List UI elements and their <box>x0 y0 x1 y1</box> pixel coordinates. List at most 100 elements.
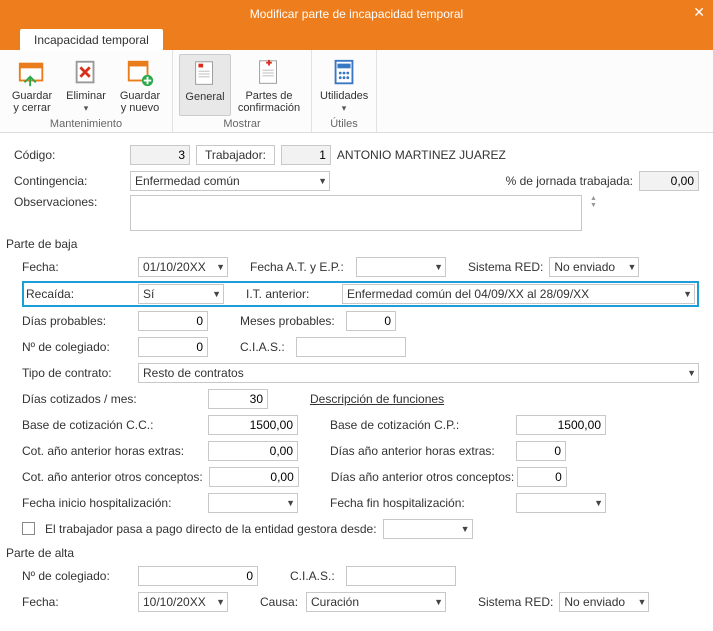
window-title: Modificar parte de incapacidad temporal <box>250 7 463 21</box>
colegiado-baja-field[interactable] <box>138 337 208 357</box>
sistema-red-alta-combo[interactable]: No enviado▼ <box>559 592 649 612</box>
document-icon <box>190 59 220 89</box>
dias-probables-field[interactable] <box>138 311 208 331</box>
pago-directo-checkbox[interactable] <box>22 522 35 535</box>
causa-label: Causa: <box>260 595 300 609</box>
fecha-baja-combo[interactable]: 01/10/20XX▼ <box>138 257 228 277</box>
save-close-icon <box>17 58 47 88</box>
dias-otros-conceptos-field[interactable] <box>517 467 567 487</box>
chevron-down-icon: ▼ <box>430 262 443 272</box>
base-cc-label: Base de cotización C.C.: <box>22 418 202 432</box>
chevron-down-icon: ▼ <box>633 597 646 607</box>
close-icon[interactable]: ✕ <box>693 4 705 21</box>
dias-cotizados-field[interactable] <box>208 389 268 409</box>
chevron-down-icon: ▼ <box>314 176 327 186</box>
colegiado-baja-label: Nº de colegiado: <box>22 340 132 354</box>
cot-horas-extras-field[interactable] <box>208 441 298 461</box>
chevron-down-icon: ▼ <box>679 289 692 299</box>
fecha-ini-hosp-label: Fecha inicio hospitalización: <box>22 496 202 510</box>
codigo-field[interactable] <box>130 145 190 165</box>
chevron-down-icon: ▾ <box>320 102 368 114</box>
fecha-ini-hosp-combo[interactable]: ▼ <box>208 493 298 513</box>
chevron-down-icon: ▼ <box>430 597 443 607</box>
chevron-down-icon: ▼ <box>457 524 470 534</box>
title-bar: Modificar parte de incapacidad temporal … <box>0 0 713 28</box>
it-anterior-combo[interactable]: Enfermedad común del 04/09/XX al 28/09/X… <box>342 284 695 304</box>
dias-horas-extras-field[interactable] <box>516 441 566 461</box>
cias-alta-field[interactable] <box>346 566 456 586</box>
sistema-red-baja-combo[interactable]: No enviado▼ <box>549 257 639 277</box>
dias-cotizados-label: Días cotizados / mes: <box>22 392 202 406</box>
cot-otros-conceptos-label: Cot. año anterior otros conceptos: <box>22 470 203 484</box>
colegiado-alta-label: Nº de colegiado: <box>22 569 132 583</box>
scroll-spinner[interactable]: ▲▼ <box>590 195 597 209</box>
ribbon-group-maint: Mantenimiento <box>6 118 166 130</box>
trabajador-num-field[interactable] <box>281 145 331 165</box>
ribbon-group-show: Mostrar <box>179 118 305 130</box>
save-close-button[interactable]: Guardar y cerrar <box>6 54 58 116</box>
contingencia-label: Contingencia: <box>14 174 124 188</box>
fecha-alta-combo[interactable]: 10/10/20XX▼ <box>138 592 228 612</box>
partes-confirmacion-button[interactable]: Partes de confirmación <box>233 54 305 116</box>
pct-jornada-field[interactable] <box>639 171 699 191</box>
utilidades-button[interactable]: Utilidades ▾ <box>318 54 370 116</box>
section-parte-baja: Parte de baja <box>6 237 699 251</box>
observaciones-label: Observaciones: <box>14 195 124 209</box>
chevron-down-icon: ▼ <box>212 262 225 272</box>
dias-probables-label: Días probables: <box>22 314 132 328</box>
trabajador-label: Trabajador: <box>196 145 275 165</box>
chevron-down-icon: ▼ <box>212 597 225 607</box>
recaida-row-highlight: Recaída: Sí▼ I.T. anterior: Enfermedad c… <box>22 281 699 307</box>
it-anterior-label: I.T. anterior: <box>246 287 336 301</box>
fecha-fin-hosp-label: Fecha fin hospitalización: <box>330 496 510 510</box>
cias-alta-label: C.I.A.S.: <box>290 569 340 583</box>
sistema-red-baja-label: Sistema RED: <box>468 260 543 274</box>
colegiado-alta-field[interactable] <box>138 566 258 586</box>
trabajador-name: ANTONIO MARTINEZ JUAREZ <box>337 148 506 162</box>
fecha-baja-label: Fecha: <box>22 260 132 274</box>
causa-combo[interactable]: Curación▼ <box>306 592 446 612</box>
descripcion-funciones-link[interactable]: Descripción de funciones <box>310 392 444 406</box>
chevron-down-icon: ▼ <box>590 498 603 508</box>
document-plus-icon <box>254 58 284 88</box>
chevron-down-icon: ▼ <box>623 262 636 272</box>
dias-horas-extras-label: Días año anterior horas extras: <box>330 444 510 458</box>
save-new-button[interactable]: Guardar y nuevo <box>114 54 166 116</box>
tipo-contrato-combo[interactable]: Resto de contratos▼ <box>138 363 699 383</box>
fecha-alta-label: Fecha: <box>22 595 132 609</box>
cot-horas-extras-label: Cot. año anterior horas extras: <box>22 444 202 458</box>
chevron-down-icon: ▼ <box>282 498 295 508</box>
tab-incapacidad[interactable]: Incapacidad temporal <box>20 29 163 51</box>
fecha-fin-hosp-combo[interactable]: ▼ <box>516 493 606 513</box>
cias-baja-label: C.I.A.S.: <box>240 340 290 354</box>
fecha-at-combo[interactable]: ▼ <box>356 257 446 277</box>
tab-strip: Incapacidad temporal <box>0 28 713 50</box>
tipo-contrato-label: Tipo de contrato: <box>22 366 132 380</box>
chevron-down-icon: ▾ <box>62 102 110 114</box>
base-cp-field[interactable] <box>516 415 606 435</box>
delete-icon <box>71 58 101 88</box>
fecha-at-label: Fecha A.T. y E.P.: <box>250 260 350 274</box>
pago-directo-fecha-combo[interactable]: ▼ <box>383 519 473 539</box>
recaida-combo[interactable]: Sí▼ <box>138 284 224 304</box>
meses-probables-label: Meses probables: <box>240 314 340 328</box>
codigo-label: Código: <box>14 148 124 162</box>
cot-otros-conceptos-field[interactable] <box>209 467 299 487</box>
observaciones-field[interactable] <box>130 195 582 231</box>
pct-jornada-label: % de jornada trabajada: <box>506 174 633 188</box>
cias-baja-field[interactable] <box>296 337 406 357</box>
meses-probables-field[interactable] <box>346 311 396 331</box>
dias-otros-conceptos-label: Días año anterior otros conceptos: <box>331 470 511 484</box>
chevron-down-icon: ▼ <box>208 289 221 299</box>
recaida-label: Recaída: <box>26 287 132 301</box>
save-new-icon <box>125 58 155 88</box>
ribbon-group-utils: Útiles <box>318 118 370 130</box>
calculator-icon <box>329 58 359 88</box>
delete-button[interactable]: Eliminar ▾ <box>60 54 112 116</box>
ribbon: Guardar y cerrar Eliminar ▾ Guardar y nu… <box>0 50 713 133</box>
sistema-red-alta-label: Sistema RED: <box>478 595 553 609</box>
contingencia-combo[interactable]: Enfermedad común▼ <box>130 171 330 191</box>
base-cc-field[interactable] <box>208 415 298 435</box>
section-parte-alta: Parte de alta <box>6 546 699 560</box>
general-button[interactable]: General <box>179 54 231 116</box>
